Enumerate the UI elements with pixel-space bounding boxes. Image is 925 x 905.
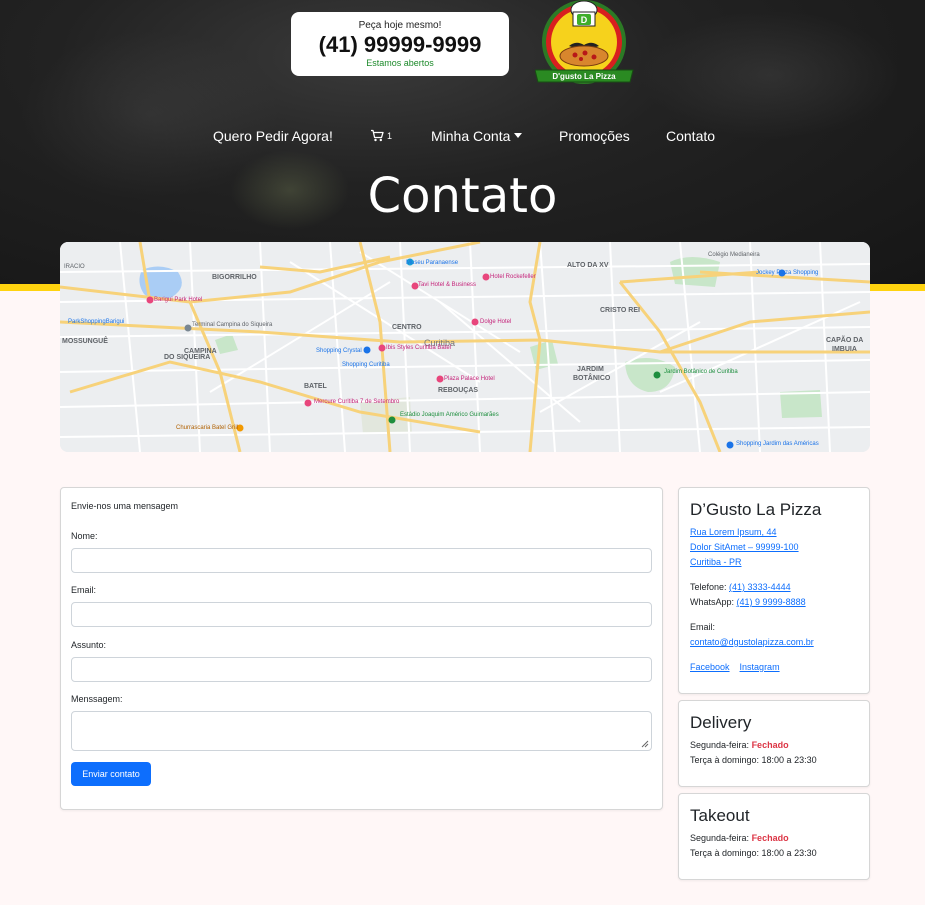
takeout-hours: Terça à domingo: 18:00 a 23:30 [690,848,817,858]
takeout-closed-badge: Fechado [751,833,789,843]
map-label: Churrascaria Batel Grill [176,425,239,431]
address-line-1[interactable]: Rua Lorem Ipsum, 44 [690,527,777,537]
name-input[interactable] [71,548,652,573]
form-heading: Envie-nos uma mensagem [71,501,179,511]
map-label: IMBUIA [832,346,857,353]
takeout-card: Takeout Segunda-feira: Fechado Terça à d… [678,793,870,880]
svg-text:D: D [581,15,588,25]
open-status: Estamos abertos [366,58,434,68]
map-label: Jockey Plaza Shopping [756,270,819,276]
map-label: Barigui Park Hotel [154,297,203,303]
restaurant-name: D’Gusto La Pizza [690,500,822,519]
nav-account-dropdown[interactable]: Minha Conta [431,127,523,145]
takeout-monday: Segunda-feira: Fechado [690,833,789,843]
delivery-title: Delivery [690,713,752,732]
delivery-hours: Terça à domingo: 18:00 a 23:30 [690,755,817,765]
delivery-monday-label: Segunda-feira: [690,740,750,750]
resize-handle-icon[interactable] [641,740,649,748]
facebook-link[interactable]: Facebook [690,662,730,672]
subject-label: Assunto: [71,640,107,650]
message-textarea[interactable] [71,711,652,751]
delivery-monday: Segunda-feira: Fechado [690,740,789,750]
map-label: ALTO DA XV [567,262,609,269]
caret-down-icon [514,133,523,138]
delivery-closed-badge: Fechado [751,740,789,750]
main-nav: Quero Pedir Agora! 1 Minha Conta Promoçõ… [0,127,925,147]
phone-row: Telefone: (41) 3333-4444 [690,582,791,592]
cart-icon [371,129,384,142]
subject-input[interactable] [71,657,652,682]
map-label: ParkShoppingBarigui [68,319,125,325]
map-label: Estádio Joaquim Américo Guimarães [400,412,499,418]
nav-cart[interactable]: 1 [370,127,392,145]
map-label: Jardim Botânico de Curitiba [664,369,738,375]
map-label: Tavi Hotel & Business [418,282,477,288]
nav-account-label: Minha Conta [431,128,511,144]
page-title: Contato [367,168,558,224]
message-label: Menssagem: [71,694,123,704]
delivery-card: Delivery Segunda-feira: Fechado Terça à … [678,700,870,787]
email-input[interactable] [71,602,652,627]
map-label: Shopping Curitiba [342,362,390,368]
submit-contact-button[interactable]: Enviar contato [71,762,151,786]
map-label: Shopping Crystal [316,348,362,354]
map-label: Shopping Jardim das Américas [736,441,819,447]
takeout-title: Takeout [690,806,750,825]
map-label: Colégio Medianeira [708,252,760,258]
email-label: Email: [690,622,716,632]
map-label: Museu Paranaense [406,260,459,266]
map-label: Terminal Campina do Siqueira [192,322,273,328]
name-label: Nome: [71,531,98,541]
map-label: BOTÂNICO [573,375,611,382]
call-phone-number[interactable]: (41) 99999-9999 [291,33,509,57]
map-label: BATEL [304,383,327,390]
takeout-monday-label: Segunda-feira: [690,833,750,843]
nav-promotions[interactable]: Promoções [559,127,630,145]
social-links: Facebook Instagram [690,662,780,672]
map-label: Plaza Palace Hotel [444,376,495,382]
map-label: BIGORRILHO [212,274,257,281]
phone-link[interactable]: (41) 3333-4444 [729,582,791,592]
map-label: MOSSUNGUÊ [62,338,108,345]
call-to-order-box: Peça hoje mesmo! (41) 99999-9999 Estamos… [291,12,509,76]
map-label: JARDIM [577,366,604,373]
whatsapp-row: WhatsApp: (41) 9 9999-8888 [690,597,806,607]
address-line-3[interactable]: Curitiba - PR [690,557,742,567]
nav-order-now[interactable]: Quero Pedir Agora! [213,127,333,145]
phone-label: Telefone: [690,582,727,592]
map-label: CRISTO REI [600,307,640,314]
map-label: Mercure Curitiba 7 de Setembro [314,399,400,405]
restaurant-info-card: D’Gusto La Pizza Rua Lorem Ipsum, 44 Dol… [678,487,870,694]
map-label: DO SIQUEIRA [164,354,211,361]
email-label: Email: [71,585,97,595]
contact-form-card: Envie-nos uma mensagem Nome: Email: Assu… [60,487,663,810]
call-tagline: Peça hoje mesmo! [358,20,442,31]
nav-contact[interactable]: Contato [666,127,715,145]
whatsapp-link[interactable]: (41) 9 9999-8888 [737,597,806,607]
svg-text:D'gusto La Pizza: D'gusto La Pizza [552,72,616,81]
address-line-2[interactable]: Dolor SitAmet – 99999-100 [690,542,799,552]
cart-count: 1 [387,131,393,141]
map-label: Ibis Styles Curitiba Batel [386,345,452,351]
map-label: REBOUÇAS [438,387,479,394]
email-link[interactable]: contato@dgustolapizza.com.br [690,637,814,647]
location-map[interactable]: BIGORRILHO MOSSUNGUÊ CAMPINA DO SIQUEIRA… [60,242,870,452]
map-label: Hotel Rockefeller [490,274,536,280]
map-label: CENTRO [392,324,422,331]
map-label: Dolge Hotel [480,319,512,325]
map-label: IRACIO [64,264,85,270]
brand-logo[interactable]: D D'gusto La Pizza [534,0,635,90]
instagram-link[interactable]: Instagram [740,662,780,672]
map-label: CAPÃO DA [826,337,864,344]
whatsapp-label: WhatsApp: [690,597,735,607]
